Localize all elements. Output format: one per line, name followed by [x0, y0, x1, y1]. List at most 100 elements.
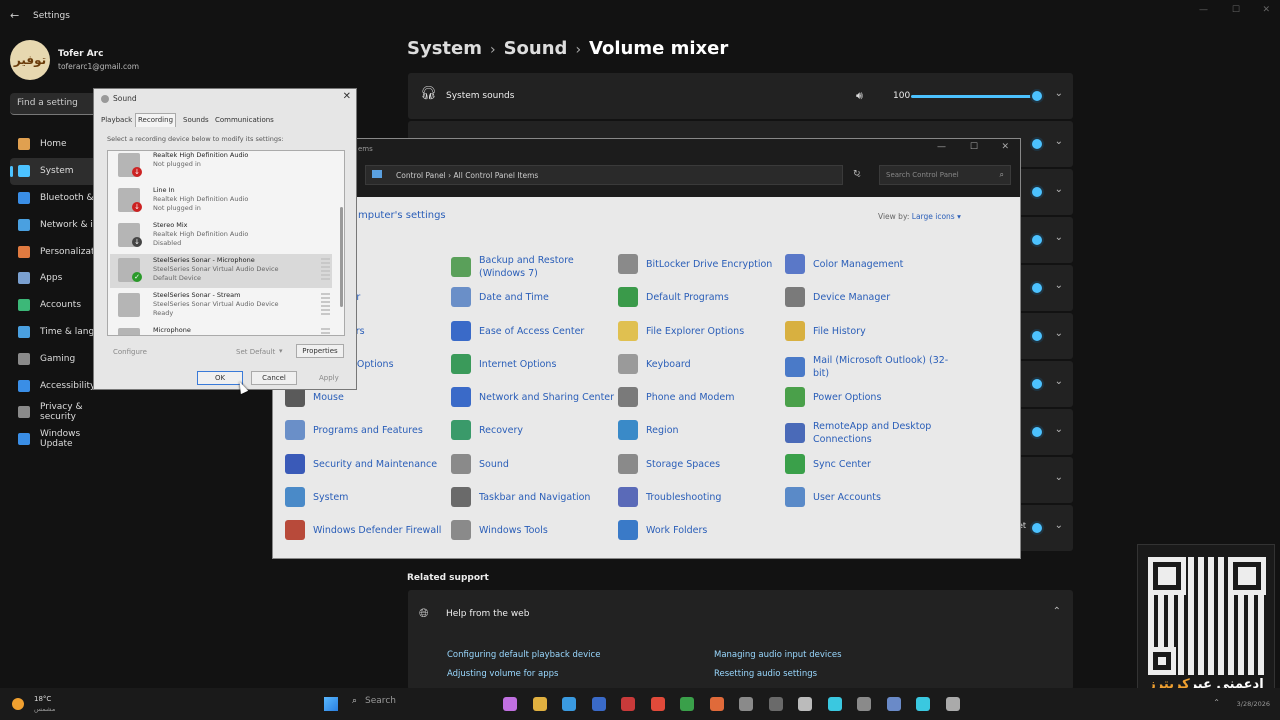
apply-button[interactable]: Apply [319, 374, 339, 382]
set-default-dropdown-icon[interactable]: ▾ [279, 347, 283, 355]
sidebar-item-time-language[interactable]: Time & langu [10, 319, 100, 346]
recording-device[interactable]: ↓ Stereo Mix Realtek High Definition Audio… [110, 219, 332, 253]
taskbar-app-icon[interactable] [916, 697, 930, 711]
volume-slider-thumb[interactable] [1032, 91, 1042, 101]
recording-device-list[interactable]: ↓ Realtek High Definition Audio Not plugge… [107, 150, 345, 336]
address-bar[interactable]: Control Panel › All Control Panel Items … [365, 165, 862, 185]
tab-communications[interactable]: Communications [215, 116, 274, 124]
chevron-down-icon[interactable]: ⌄ [1055, 280, 1063, 291]
taskbar-app-icon[interactable] [768, 697, 783, 711]
cp-item-default-programs[interactable]: Default Programs [618, 287, 784, 307]
help-link[interactable]: Adjusting volume for apps [447, 669, 558, 679]
maximize-icon[interactable]: ☐ [970, 142, 978, 152]
cp-item-internet-options[interactable]: Internet Options [451, 354, 617, 374]
recording-device[interactable]: SteelSeries Sonar - Stream SteelSeries So… [110, 289, 332, 323]
back-arrow-icon[interactable]: ← [10, 9, 19, 22]
help-link[interactable]: Configuring default playback device [447, 650, 600, 660]
user-profile[interactable]: توفير Tofer Arc toferarc1@gmail.com [10, 40, 260, 80]
taskbar-app-icon[interactable] [591, 697, 606, 711]
sidebar-item-accessibility[interactable]: Accessibility [10, 372, 100, 399]
view-by-dropdown[interactable]: Large icons ▾ [912, 212, 961, 221]
chevron-down-icon[interactable]: ⌄ [1055, 424, 1063, 435]
volume-slider-thumb[interactable] [1032, 283, 1042, 293]
taskbar-app-icon[interactable] [886, 697, 901, 711]
chevron-up-icon[interactable]: ⌃ [1053, 606, 1061, 617]
close-icon[interactable]: ✕ [343, 91, 351, 102]
breadcrumb-system[interactable]: System [407, 38, 482, 59]
sidebar-item-privacy-security[interactable]: Privacy & security [10, 399, 100, 426]
tab-playback[interactable]: Playback [101, 116, 132, 124]
minimize-icon[interactable]: — [1199, 5, 1208, 15]
volume-slider-thumb[interactable] [1032, 427, 1042, 437]
cp-item-work-folders[interactable]: Work Folders [618, 520, 784, 540]
recording-device[interactable]: ↓ Realtek High Definition Audio Not plugge… [110, 151, 332, 183]
taskbar-search[interactable]: ⌕ Search [352, 696, 396, 706]
sidebar-item-accounts[interactable]: Accounts [10, 292, 100, 319]
sidebar-item-system[interactable]: System [10, 157, 100, 185]
cp-item-file-explorer-options[interactable]: File Explorer Options [618, 321, 784, 341]
properties-button[interactable]: Properties [296, 344, 344, 358]
cp-item-device-manager[interactable]: Device Manager [785, 287, 951, 307]
address-crumb[interactable]: Control Panel [396, 171, 446, 180]
scrollbar[interactable] [340, 207, 343, 307]
cp-item-file-history[interactable]: File History [785, 321, 951, 341]
taskbar-app-icon[interactable] [680, 697, 694, 711]
sidebar-item-home[interactable]: Home [10, 131, 100, 158]
chevron-down-icon[interactable]: ⌄ [1055, 328, 1063, 339]
control-panel-search-input[interactable]: Search Control Panel ⌕ [879, 165, 1011, 185]
sidebar-item-gaming[interactable]: Gaming [10, 345, 100, 372]
volume-slider-thumb[interactable] [1032, 139, 1042, 149]
cp-item-recovery[interactable]: Recovery [451, 420, 617, 440]
cp-item-security-and-maintenance[interactable]: Security and Maintenance [285, 454, 451, 474]
speaker-icon[interactable]: 🔊︎ [856, 89, 863, 103]
volume-slider-track[interactable] [911, 95, 1039, 98]
sidebar-item-windows-update[interactable]: Windows Update [10, 426, 100, 453]
cp-item-sync-center[interactable]: Sync Center [785, 454, 951, 474]
tab-recording[interactable]: Recording [135, 113, 177, 127]
chevron-down-icon[interactable]: ⌄ [1055, 520, 1063, 531]
taskbar-app-icon[interactable] [621, 697, 635, 711]
minimize-icon[interactable]: — [937, 142, 946, 152]
cp-item-network-and-sharing-center[interactable]: Network and Sharing Center [451, 387, 617, 407]
taskbar-app-icon[interactable] [945, 697, 960, 711]
cancel-button[interactable]: Cancel [251, 371, 297, 385]
volume-slider-thumb[interactable] [1032, 235, 1042, 245]
close-icon[interactable]: ✕ [1001, 142, 1009, 152]
sidebar-item-network-internet[interactable]: Network & i [10, 211, 100, 238]
view-by[interactable]: View by: Large icons ▾ [878, 212, 961, 221]
windows-start-icon[interactable] [324, 697, 338, 711]
chevron-down-icon[interactable]: ⌄ [1055, 376, 1063, 387]
volume-slider-thumb[interactable] [1032, 331, 1042, 341]
cp-item-backup-and-restore-windows-7-[interactable]: Backup and Restore (Windows 7) [451, 254, 617, 280]
cp-item-keyboard[interactable]: Keyboard [618, 354, 784, 374]
cp-item-windows-tools[interactable]: Windows Tools [451, 520, 617, 540]
taskbar-app-icon[interactable] [798, 697, 812, 711]
taskbar-app-icon[interactable] [709, 697, 724, 711]
maximize-icon[interactable]: ☐ [1232, 5, 1240, 15]
taskbar-app-icon[interactable] [562, 697, 576, 711]
cp-item-system[interactable]: System [285, 487, 451, 507]
tray-chevron-icon[interactable]: ⌃ [1213, 698, 1220, 707]
recording-device[interactable]: Microphone [110, 324, 332, 335]
cp-item-taskbar-and-navigation[interactable]: Taskbar and Navigation [451, 487, 617, 507]
chevron-down-icon[interactable]: ⌄ [1055, 136, 1063, 147]
refresh-icon[interactable]: ↻ [853, 169, 861, 179]
cp-item-phone-and-modem[interactable]: Phone and Modem [618, 387, 784, 407]
cp-item-region[interactable]: Region [618, 420, 784, 440]
configure-button[interactable]: Configure [113, 348, 147, 356]
cp-item-storage-spaces[interactable]: Storage Spaces [618, 454, 784, 474]
chevron-down-icon[interactable]: ⌄ [1055, 88, 1063, 99]
cp-item-troubleshooting[interactable]: Troubleshooting [618, 487, 784, 507]
recording-device[interactable]: ✓ SteelSeries Sonar - Microphone SteelSeri… [110, 254, 332, 288]
cp-item-color-management[interactable]: Color Management [785, 254, 951, 274]
cp-item-mail-microsoft-outlook-32-bit-[interactable]: Mail (Microsoft Outlook) (32-bit) [785, 354, 951, 380]
cp-item-remoteapp-and-desktop-connections[interactable]: RemoteApp and Desktop Connections [785, 420, 951, 446]
cp-item-bitlocker-drive-encryption[interactable]: BitLocker Drive Encryption [618, 254, 784, 274]
cp-item-programs-and-features[interactable]: Programs and Features [285, 420, 451, 440]
set-default-button[interactable]: Set Default [236, 348, 275, 356]
cp-item-sound[interactable]: Sound [451, 454, 617, 474]
find-setting-input[interactable]: Find a setting [10, 93, 100, 115]
taskbar-app-icon[interactable] [503, 697, 517, 711]
sidebar-item-personalization[interactable]: Personalizati [10, 238, 100, 265]
close-icon[interactable]: ✕ [1262, 5, 1270, 15]
